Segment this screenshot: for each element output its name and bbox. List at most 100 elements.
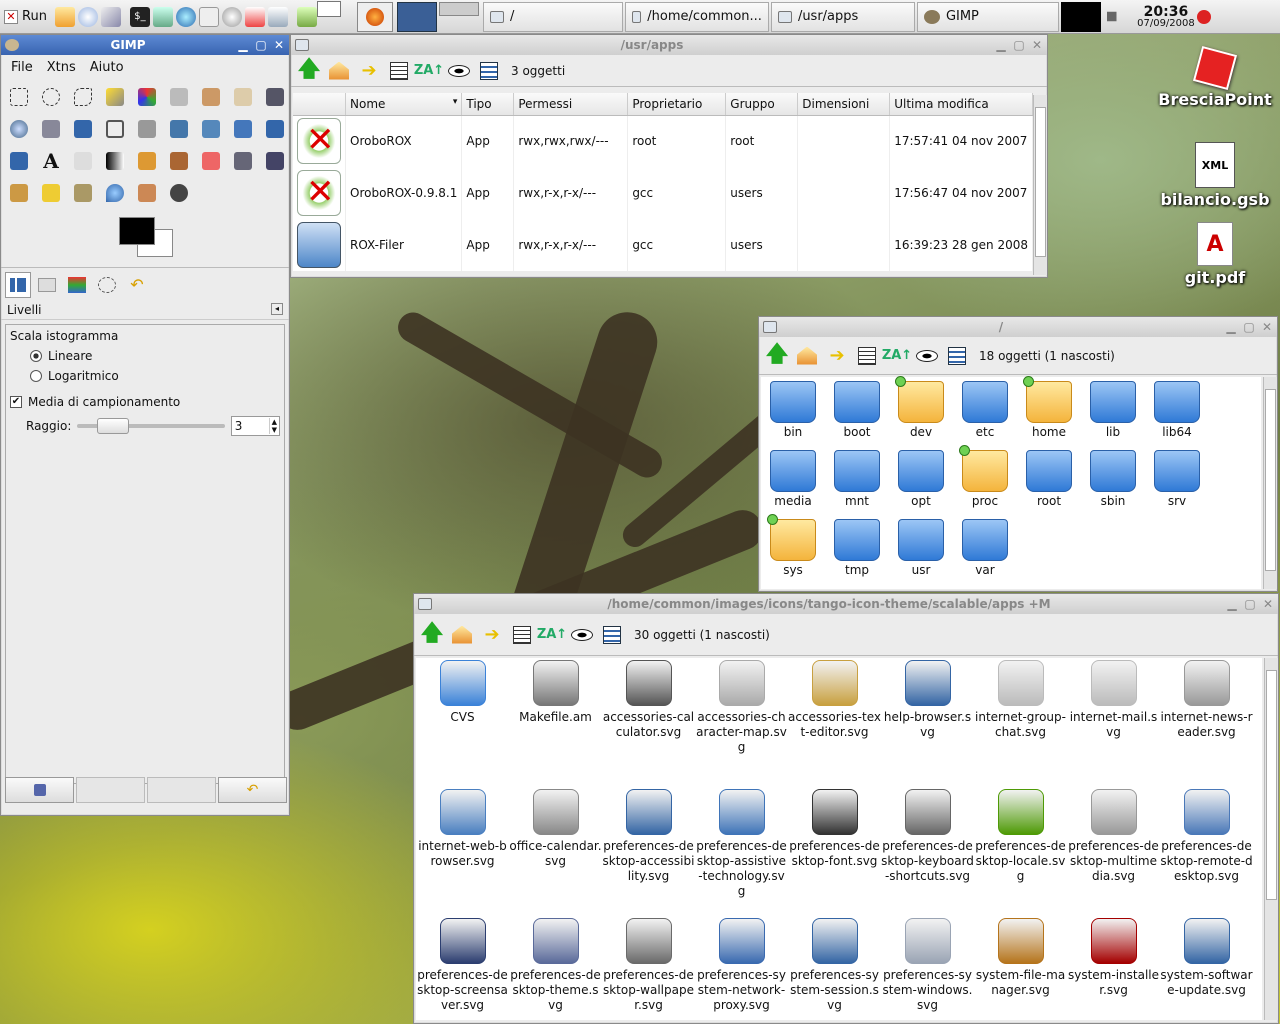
sort-icon[interactable]: ZA↑ bbox=[882, 344, 912, 368]
scrollbar-thumb[interactable] bbox=[1035, 107, 1046, 257]
sort-icon[interactable]: ZA↑ bbox=[537, 623, 567, 647]
table-row[interactable]: ROX-Filer App rwx,r-x,r-x/--- gcc users … bbox=[293, 219, 1033, 271]
file-item[interactable]: accessories-calculator.svg bbox=[602, 660, 695, 789]
bookmarks-icon[interactable]: ➔ bbox=[357, 59, 381, 83]
pager-desk-active[interactable] bbox=[396, 1, 437, 32]
col-ultima-modifica[interactable]: Ultima modifica bbox=[889, 93, 1033, 116]
file-item[interactable]: preferences-desktop-keyboard-shortcuts.s… bbox=[881, 789, 974, 918]
minimize-button[interactable]: ▁ bbox=[995, 38, 1007, 52]
paintbrush-tool[interactable] bbox=[163, 145, 195, 177]
measure-tool[interactable] bbox=[35, 113, 67, 145]
tab-layers[interactable] bbox=[63, 272, 91, 298]
table-row[interactable]: ✕ OroboROX-0.9.8.1 App rwx,r-x,r-x/--- g… bbox=[293, 167, 1033, 219]
sort-icon[interactable]: ZA↑ bbox=[414, 59, 444, 83]
blur-tool[interactable] bbox=[99, 177, 131, 209]
file-item[interactable]: internet-group-chat.svg bbox=[974, 660, 1067, 789]
scrollbar[interactable] bbox=[1264, 658, 1278, 1020]
tango-titlebar[interactable]: /home/common/images/icons/tango-icon-the… bbox=[414, 594, 1278, 614]
folder-item[interactable]: bin bbox=[761, 381, 825, 450]
col-permessi[interactable]: Permessi bbox=[513, 93, 629, 116]
menu-xtns[interactable]: Xtns bbox=[47, 60, 76, 75]
close-button[interactable]: ✕ bbox=[273, 38, 285, 52]
file-item[interactable]: preferences-desktop-accessibility.svg bbox=[602, 789, 695, 918]
file-item[interactable]: preferences-desktop-assistive-technology… bbox=[695, 789, 788, 918]
file-item[interactable]: preferences-system-network-proxy.svg bbox=[695, 918, 788, 1020]
tab-undo[interactable]: ↶ bbox=[123, 272, 151, 298]
usr-apps-titlebar[interactable]: /usr/apps ▁ ▢ ✕ bbox=[291, 35, 1047, 55]
fuzzy-select-tool[interactable] bbox=[99, 81, 131, 113]
free-select-tool[interactable] bbox=[67, 81, 99, 113]
folder-item[interactable]: boot bbox=[825, 381, 889, 450]
home-icon[interactable] bbox=[450, 623, 474, 647]
spin-arrows[interactable]: ▲ ▼ bbox=[268, 418, 279, 434]
smudge-tool[interactable] bbox=[131, 177, 163, 209]
folder-item[interactable]: usr bbox=[889, 519, 953, 588]
file-item[interactable]: internet-news-reader.svg bbox=[1160, 660, 1253, 789]
save-button[interactable] bbox=[5, 777, 74, 803]
eraser-tool[interactable] bbox=[195, 145, 227, 177]
folder-item[interactable]: dev bbox=[889, 376, 953, 450]
col-nome[interactable]: Nome ▾ bbox=[345, 93, 463, 116]
scrollbar-thumb[interactable] bbox=[1266, 670, 1277, 900]
slider-handle[interactable] bbox=[97, 418, 130, 434]
tab-histogram[interactable] bbox=[5, 271, 31, 298]
up-arrow-icon[interactable]: 🡅 bbox=[420, 621, 444, 647]
file-item[interactable]: system-software-update.svg bbox=[1160, 918, 1253, 1020]
folder-item[interactable]: home bbox=[1017, 376, 1081, 450]
menu-aiuto[interactable]: Aiuto bbox=[90, 60, 124, 75]
show-hidden-icon[interactable] bbox=[915, 344, 939, 368]
ink-tool[interactable] bbox=[259, 145, 291, 177]
table-row[interactable]: ✕ OroboROX App rwx,rwx,rwx/--- root root… bbox=[293, 115, 1033, 167]
file-item[interactable]: system-file-manager.svg bbox=[974, 918, 1067, 1020]
terminal-icon[interactable]: $_ bbox=[129, 6, 150, 27]
minimize-button[interactable]: ▁ bbox=[1225, 320, 1237, 334]
show-hidden-icon[interactable] bbox=[447, 59, 471, 83]
home-icon[interactable] bbox=[327, 59, 351, 83]
file-item[interactable]: preferences-desktop-screensaver.svg bbox=[416, 918, 509, 1020]
task-usr-apps[interactable]: /usr/apps bbox=[770, 1, 915, 32]
details-view-icon[interactable] bbox=[855, 344, 879, 368]
pager-desk-1[interactable] bbox=[316, 1, 341, 17]
close-button[interactable]: ✕ bbox=[1261, 320, 1273, 334]
folder-item[interactable]: opt bbox=[889, 450, 953, 519]
task-gimp[interactable]: GIMP bbox=[916, 1, 1059, 32]
folder-item[interactable]: media bbox=[761, 450, 825, 519]
file-item[interactable]: preferences-desktop-locale.svg bbox=[974, 789, 1067, 918]
document-icon[interactable] bbox=[267, 6, 288, 27]
folder-item[interactable]: sys bbox=[761, 514, 825, 588]
file-item[interactable]: internet-mail.svg bbox=[1067, 660, 1160, 789]
minimize-button[interactable]: ▁ bbox=[237, 38, 249, 52]
file-item[interactable]: Makefile.am bbox=[509, 660, 602, 789]
raggio-slider[interactable] bbox=[77, 418, 225, 434]
scrollbar[interactable] bbox=[1263, 377, 1277, 589]
root-titlebar[interactable]: / ▁ ▢ ✕ bbox=[759, 317, 1277, 337]
globe-icon[interactable] bbox=[175, 6, 196, 27]
close-button[interactable]: ✕ bbox=[1262, 597, 1274, 611]
file-item[interactable]: preferences-desktop-font.svg bbox=[788, 789, 881, 918]
tab-paths[interactable] bbox=[93, 272, 121, 298]
radio-lineare[interactable] bbox=[30, 350, 42, 362]
folder-item[interactable]: proc bbox=[953, 445, 1017, 519]
pen-icon[interactable] bbox=[100, 6, 121, 27]
cd-icon[interactable] bbox=[77, 6, 98, 27]
up-arrow-icon[interactable]: 🡅 bbox=[297, 57, 321, 83]
select-icon[interactable] bbox=[477, 59, 501, 83]
clone-tool[interactable] bbox=[3, 177, 35, 209]
search-icon[interactable] bbox=[221, 6, 242, 27]
task-root[interactable]: / bbox=[482, 1, 623, 32]
maximize-button[interactable]: ▢ bbox=[1244, 597, 1256, 611]
home-icon[interactable] bbox=[54, 6, 75, 27]
crop-tool[interactable] bbox=[99, 113, 131, 145]
maximize-button[interactable]: ▢ bbox=[1013, 38, 1025, 52]
tab-tool-options[interactable] bbox=[33, 272, 61, 298]
mail-icon[interactable] bbox=[198, 6, 219, 27]
folder-item[interactable]: tmp bbox=[825, 519, 889, 588]
text-tool[interactable]: A bbox=[35, 145, 67, 177]
folder-item[interactable]: lib bbox=[1081, 381, 1145, 450]
firefox-task-button[interactable] bbox=[356, 1, 393, 32]
desktop-icon-git-pdf[interactable]: A git.pdf bbox=[1150, 222, 1280, 287]
clock[interactable]: 20:36 07/09/2008 bbox=[1131, 5, 1201, 29]
file-item[interactable]: preferences-desktop-multimedia.svg bbox=[1067, 789, 1160, 918]
file-item[interactable]: preferences-desktop-theme.svg bbox=[509, 918, 602, 1020]
reset-button[interactable]: ↶ bbox=[218, 777, 287, 803]
